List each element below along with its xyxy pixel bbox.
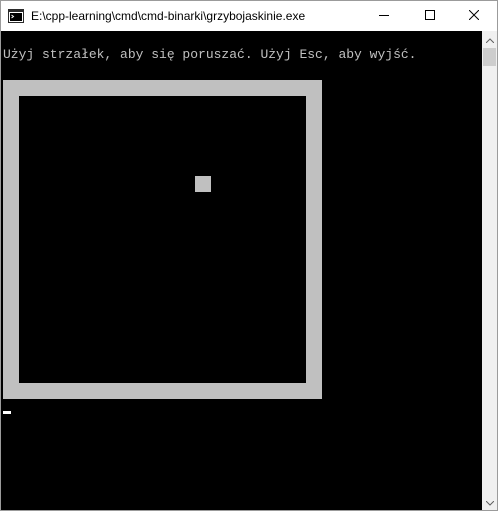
close-icon (468, 9, 480, 23)
maximize-button[interactable] (407, 1, 453, 31)
scroll-down-button[interactable] (482, 494, 497, 510)
chevron-down-icon (485, 493, 494, 510)
console-app-icon (8, 8, 24, 24)
maximize-icon (425, 9, 435, 23)
title-bar[interactable]: E:\cpp-learning\cmd\cmd-binarki\grzyboja… (1, 1, 497, 31)
game-board-wall (3, 80, 322, 399)
game-board-floor (19, 96, 306, 383)
window-title: E:\cpp-learning\cmd\cmd-binarki\grzyboja… (31, 9, 306, 23)
console-area[interactable]: Użyj strzałek, aby się poruszać. Użyj Es… (1, 31, 481, 510)
instruction-text: Użyj strzałek, aby się poruszać. Użyj Es… (3, 47, 417, 62)
console-window: E:\cpp-learning\cmd\cmd-binarki\grzyboja… (0, 0, 498, 511)
minimize-icon (379, 9, 389, 23)
minimize-button[interactable] (361, 1, 407, 31)
scroll-thumb[interactable] (483, 48, 496, 66)
chevron-up-icon (485, 30, 494, 48)
scroll-up-button[interactable] (482, 31, 497, 47)
text-cursor (3, 411, 11, 414)
vertical-scrollbar[interactable] (482, 31, 497, 510)
player-marker (195, 176, 211, 192)
close-button[interactable] (451, 1, 497, 31)
